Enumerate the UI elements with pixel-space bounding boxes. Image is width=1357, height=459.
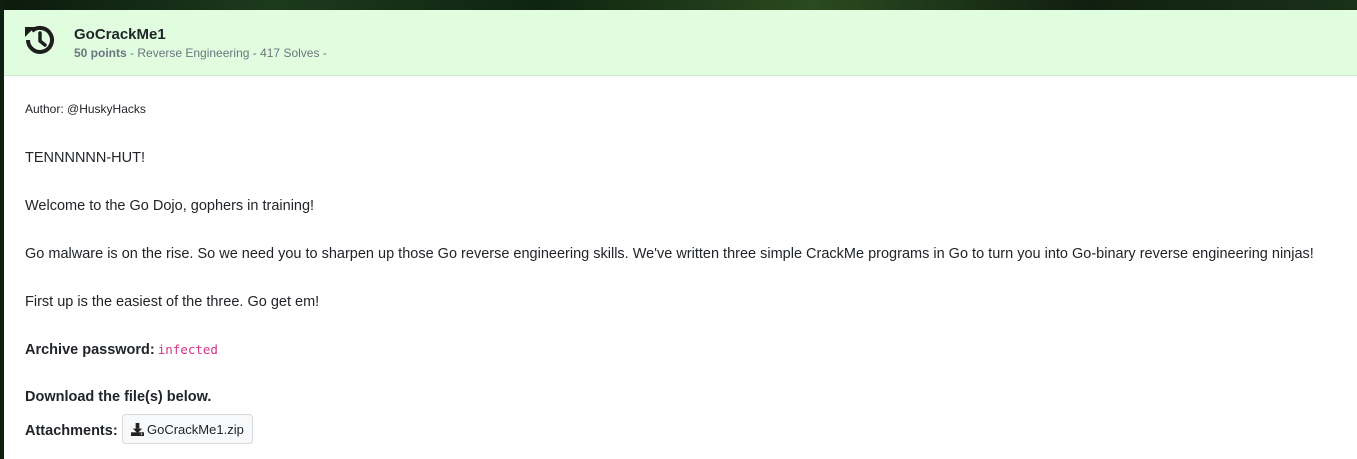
page: GoCrackMe1 50 points - Reverse Engineeri… [0, 0, 1357, 459]
challenge-category-solves: - Reverse Engineering - 417 Solves - [126, 46, 327, 60]
challenge-header[interactable]: GoCrackMe1 50 points - Reverse Engineeri… [4, 10, 1357, 76]
description-line-2: Welcome to the Go Dojo, gophers in train… [25, 198, 315, 214]
challenge-points: 50 points [74, 46, 127, 60]
challenge-title: GoCrackMe1 [74, 26, 166, 43]
archive-password-label: Archive password: [25, 342, 155, 358]
author-line: Author: @HuskyHacks [25, 102, 146, 116]
challenge-meta: 50 points - Reverse Engineering - 417 So… [74, 46, 327, 60]
description-line-4: First up is the easiest of the three. Go… [25, 294, 320, 310]
attachments-label: Attachments: [25, 423, 118, 439]
download-icon [131, 423, 144, 436]
download-instruction: Download the file(s) below. [25, 389, 212, 405]
attachment-download-button[interactable]: GoCrackMe1.zip [122, 414, 253, 444]
history-icon [25, 25, 54, 54]
attachment-file-name: GoCrackMe1.zip [147, 422, 244, 437]
attachments-row: Attachments: GoCrackMe1.zip [25, 414, 253, 444]
background-strip [0, 0, 1357, 10]
challenge-card: GoCrackMe1 50 points - Reverse Engineeri… [4, 10, 1357, 459]
archive-password-line: Archive password: infected [25, 341, 218, 359]
description-line-3: Go malware is on the rise. So we need yo… [25, 246, 1314, 262]
archive-password-value: infected [157, 342, 218, 357]
description-line-1: TENNNNNN-HUT! [25, 150, 146, 166]
